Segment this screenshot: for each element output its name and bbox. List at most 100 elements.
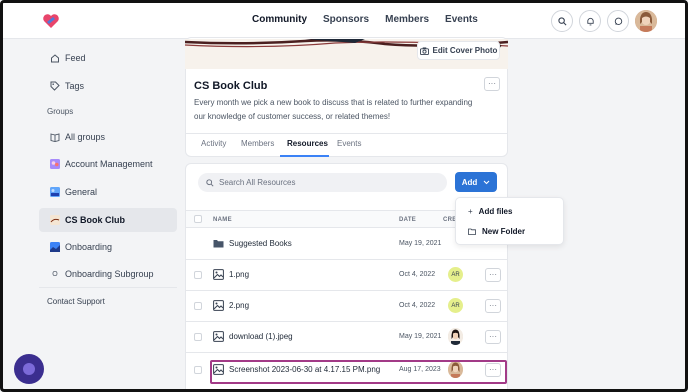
sidebar-item-label: CS Book Club — [65, 215, 125, 225]
row-more-button[interactable]: ··· — [485, 268, 501, 282]
search-placeholder: Search All Resources — [219, 178, 296, 187]
row-checkbox[interactable] — [194, 333, 202, 341]
row-checkbox[interactable] — [194, 366, 202, 374]
file-date: Oct 4, 2022 — [399, 302, 436, 309]
group-thumbnail-icon — [50, 159, 60, 169]
more-horizontal-icon: ··· — [489, 332, 497, 341]
image-file-icon — [213, 300, 224, 311]
tab-members[interactable]: Members — [241, 139, 274, 148]
tab-events[interactable]: Events — [337, 139, 361, 148]
image-file-icon — [213, 331, 224, 342]
table-row[interactable]: 2.png Oct 4, 2022 AR ··· — [186, 291, 507, 322]
group-tabs: Activity Members Resources Events — [186, 133, 507, 157]
tab-activity[interactable]: Activity — [201, 139, 226, 148]
sidebar-item-label: Onboarding — [65, 242, 113, 252]
file-name[interactable]: download (1).jpeg — [229, 332, 293, 341]
plus-icon: + — [468, 207, 473, 216]
camera-icon — [419, 46, 429, 55]
active-tab-indicator — [280, 155, 329, 157]
folder-plus-icon — [468, 228, 476, 235]
group-letter-o-icon: O — [52, 270, 58, 278]
edit-cover-photo-button[interactable]: Edit Cover Photo — [417, 41, 500, 60]
nav-members[interactable]: Members — [385, 14, 429, 25]
folder-icon — [213, 240, 224, 248]
table-row[interactable]: download (1).jpeg May 19, 2021 ··· — [186, 322, 507, 353]
group-title: CS Book Club — [194, 80, 268, 92]
tab-resources[interactable]: Resources — [287, 139, 328, 148]
sidebar-item-label: Onboarding Subgroup — [65, 269, 154, 279]
column-name[interactable]: NAME — [213, 217, 232, 223]
main-nav: Community Sponsors Members Events — [252, 14, 478, 25]
search-icon — [557, 16, 566, 25]
messages-button[interactable] — [607, 10, 629, 32]
file-date: May 19, 2021 — [399, 240, 442, 247]
column-date[interactable]: DATE — [399, 217, 416, 223]
table-row[interactable]: 1.png Oct 4, 2022 AR ··· — [186, 260, 507, 291]
sidebar-item-onboarding-subgroup[interactable]: O Onboarding Subgroup — [39, 263, 177, 285]
user-avatar[interactable] — [635, 10, 657, 32]
bell-icon — [586, 17, 594, 25]
contact-support-link[interactable]: Contact Support — [47, 297, 105, 306]
more-horizontal-icon: ··· — [489, 301, 497, 310]
sidebar-item-all-groups[interactable]: All groups — [39, 126, 177, 148]
search-button[interactable] — [551, 10, 573, 32]
top-nav: Community Sponsors Members Events — [3, 3, 685, 39]
sidebar-item-onboarding[interactable]: Onboarding — [39, 236, 177, 258]
row-more-button[interactable]: ··· — [485, 299, 501, 313]
chat-launcher-icon — [23, 363, 35, 375]
chat-bubble-icon — [614, 17, 622, 25]
file-name[interactable]: 2.png — [229, 301, 249, 310]
nav-sponsors[interactable]: Sponsors — [323, 14, 369, 25]
search-resources-input[interactable]: Search All Resources — [198, 173, 447, 192]
row-checkbox[interactable] — [194, 302, 202, 310]
group-thumbnail-icon — [50, 187, 60, 197]
add-button-label: Add — [461, 177, 478, 187]
sidebar-divider — [39, 287, 177, 288]
group-description: Every month we pick a new book to discus… — [194, 98, 473, 121]
file-name[interactable]: 1.png — [229, 270, 249, 279]
row-highlight-outline — [210, 360, 507, 384]
sidebar-item-label: Tags — [65, 81, 85, 91]
sidebar-item-feed[interactable]: Feed — [39, 47, 177, 69]
sidebar-item-cs-book-club[interactable]: CS Book Club — [39, 208, 177, 232]
nav-events[interactable]: Events — [445, 14, 478, 25]
file-date: May 19, 2021 — [399, 333, 442, 340]
menu-item-add-files[interactable]: + Add files — [468, 207, 512, 216]
more-horizontal-icon: ··· — [488, 79, 496, 88]
menu-item-new-folder[interactable]: New Folder — [468, 227, 525, 236]
logo-icon[interactable] — [41, 11, 61, 31]
sidebar-item-account-management[interactable]: Account Management — [39, 153, 177, 175]
creator-avatar-icon — [448, 328, 463, 345]
group-more-button[interactable]: ··· — [484, 77, 500, 91]
file-date: Oct 4, 2022 — [399, 271, 436, 278]
app-window: Community Sponsors Members Events Feed T… — [0, 0, 688, 392]
row-more-button[interactable]: ··· — [485, 330, 501, 344]
sidebar-item-tags[interactable]: Tags — [39, 75, 177, 97]
home-icon — [50, 53, 60, 63]
group-thumbnail-icon — [50, 215, 60, 225]
add-button[interactable]: Add — [455, 172, 497, 192]
add-dropdown-menu: + Add files New Folder — [455, 197, 564, 245]
notifications-button[interactable] — [579, 10, 601, 32]
group-thumbnail-icon — [50, 242, 60, 252]
creator-avatar: AR — [448, 267, 463, 282]
search-icon — [206, 178, 214, 187]
user-photo-icon — [635, 10, 657, 32]
file-name[interactable]: Suggested Books — [229, 239, 292, 248]
sidebar-item-label: Feed — [65, 53, 86, 63]
creator-avatar: AR — [448, 298, 463, 313]
row-checkbox[interactable] — [194, 271, 202, 279]
image-file-icon — [213, 269, 224, 280]
sidebar-item-general[interactable]: General — [39, 181, 177, 203]
menu-item-label: Add files — [478, 207, 513, 216]
sidebar-item-label: General — [65, 187, 98, 197]
select-all-checkbox[interactable] — [194, 215, 202, 223]
nav-community[interactable]: Community — [252, 14, 307, 25]
groups-heading: Groups — [47, 107, 74, 116]
sidebar-item-label: Account Management — [65, 159, 153, 169]
book-icon — [50, 132, 60, 142]
edit-cover-label: Edit Cover Photo — [432, 46, 498, 55]
sidebar-item-label: All groups — [65, 132, 106, 142]
tag-icon — [50, 81, 60, 91]
help-chat-button[interactable] — [14, 354, 44, 384]
